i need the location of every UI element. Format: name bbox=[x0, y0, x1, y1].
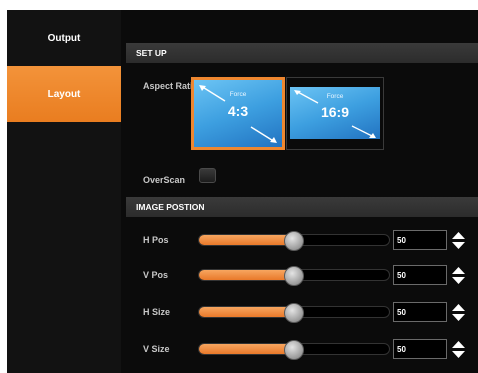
diagonal-arrow-icon bbox=[351, 125, 376, 138]
aspect-preview-screen: Force 4:3 bbox=[194, 80, 282, 147]
up-down-stepper-icon[interactable] bbox=[452, 232, 465, 249]
slider-thumb[interactable] bbox=[284, 266, 304, 286]
aspect-preview-screen: Force 16:9 bbox=[290, 87, 380, 139]
overscan-label: OverScan bbox=[143, 175, 186, 185]
section-title: SET UP bbox=[136, 48, 167, 58]
v-pos-value-field[interactable]: 50 bbox=[393, 265, 447, 285]
slider-fill bbox=[199, 344, 294, 354]
v-pos-slider[interactable] bbox=[198, 266, 390, 286]
force-label: Force bbox=[326, 93, 344, 100]
v-size-slider[interactable] bbox=[198, 340, 390, 360]
aspect-ratio-label: Aspect Ratio bbox=[143, 81, 199, 91]
up-down-stepper-icon[interactable] bbox=[452, 304, 465, 321]
value-text: 50 bbox=[397, 270, 406, 280]
sidebar-item-output[interactable]: Output bbox=[7, 10, 121, 66]
value-text: 50 bbox=[397, 307, 406, 317]
slider-label: V Pos bbox=[143, 270, 169, 280]
slider-fill bbox=[199, 270, 294, 280]
section-title: IMAGE POSTION bbox=[136, 202, 205, 212]
slider-fill bbox=[199, 235, 294, 245]
slider-row-v-size: V Size 50 bbox=[121, 338, 478, 362]
slider-label: H Pos bbox=[143, 235, 169, 245]
sidebar: Output Layout bbox=[7, 10, 121, 373]
sidebar-item-layout[interactable]: Layout bbox=[7, 66, 121, 122]
slider-label: H Size bbox=[143, 307, 171, 317]
value-text: 50 bbox=[397, 344, 406, 354]
slider-label: V Size bbox=[143, 344, 170, 354]
settings-window: Output Layout SET UP Aspect Ratio Force … bbox=[7, 10, 478, 373]
force-label: Force bbox=[229, 91, 247, 98]
h-pos-slider[interactable] bbox=[198, 231, 390, 251]
aspect-option-16-9[interactable]: Force 16:9 bbox=[286, 77, 384, 150]
ratio-label: 16:9 bbox=[320, 104, 350, 120]
h-size-slider[interactable] bbox=[198, 303, 390, 323]
sidebar-item-label: Layout bbox=[47, 88, 81, 100]
overscan-checkbox[interactable] bbox=[199, 168, 216, 183]
slider-thumb[interactable] bbox=[284, 303, 304, 323]
slider-thumb[interactable] bbox=[284, 340, 304, 360]
v-size-value-field[interactable]: 50 bbox=[393, 339, 447, 359]
slider-row-v-pos: V Pos 50 bbox=[121, 264, 478, 288]
slider-row-h-size: H Size 50 bbox=[121, 301, 478, 325]
h-pos-value-field[interactable]: 50 bbox=[393, 230, 447, 250]
aspect-option-4-3[interactable]: Force 4:3 bbox=[191, 77, 285, 150]
up-down-stepper-icon[interactable] bbox=[452, 341, 465, 358]
up-down-stepper-icon[interactable] bbox=[452, 267, 465, 284]
layout-panel: SET UP Aspect Ratio Force 4:3 Force 16:9… bbox=[121, 10, 478, 373]
slider-thumb[interactable] bbox=[284, 231, 304, 251]
value-text: 50 bbox=[397, 235, 406, 245]
sidebar-item-label: Output bbox=[47, 32, 81, 44]
section-header-image-position: IMAGE POSTION bbox=[126, 197, 478, 217]
slider-row-h-pos: H Pos 50 bbox=[121, 229, 478, 253]
ratio-label: 4:3 bbox=[227, 103, 249, 119]
h-size-value-field[interactable]: 50 bbox=[393, 302, 447, 322]
section-header-setup: SET UP bbox=[126, 43, 478, 63]
slider-fill bbox=[199, 307, 294, 317]
diagonal-arrow-icon bbox=[250, 126, 277, 143]
